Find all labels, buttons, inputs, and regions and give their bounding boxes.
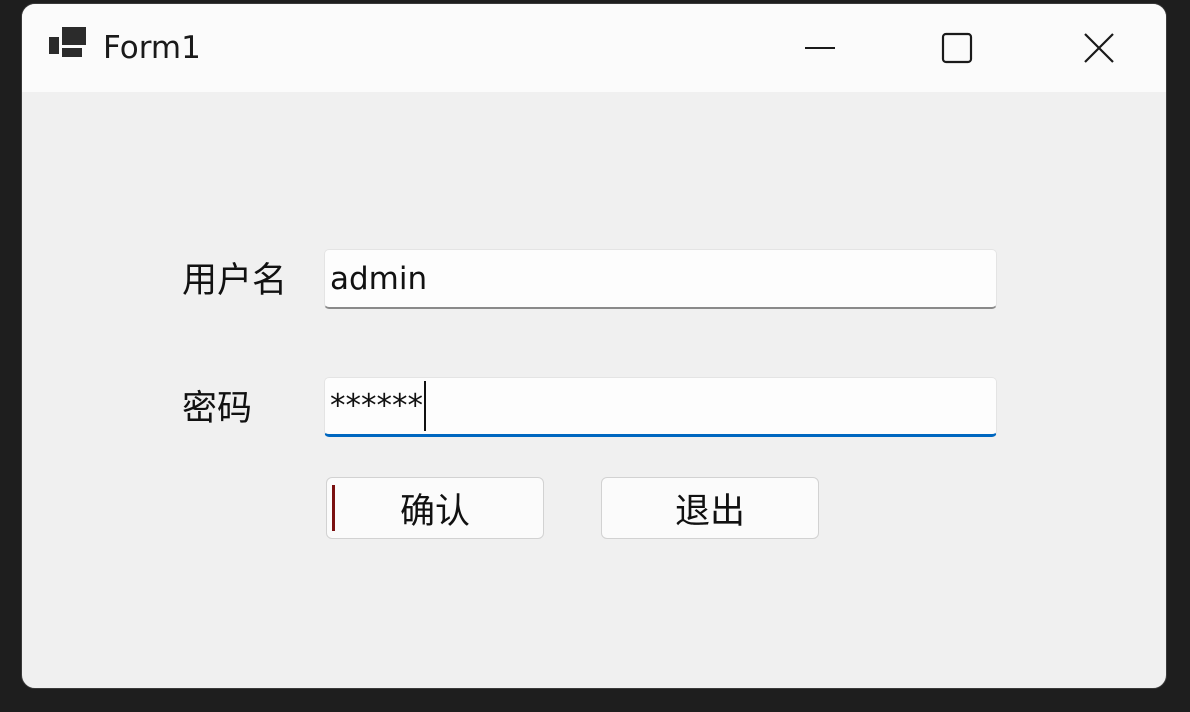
confirm-button-label: 确认 bbox=[399, 491, 470, 532]
app-window-icon bbox=[49, 27, 86, 57]
window-title: Form1 bbox=[103, 30, 201, 66]
username-value: admin bbox=[330, 260, 428, 297]
password-input[interactable]: ****** bbox=[324, 377, 997, 437]
minimize-button[interactable] bbox=[760, 4, 880, 92]
password-label: 密码 bbox=[182, 389, 253, 429]
close-button[interactable] bbox=[1039, 4, 1159, 92]
username-label: 用户名 bbox=[182, 261, 288, 301]
form1-window: Form1 用户名 admin 密码 ****** 确认 退出 bbox=[21, 3, 1167, 689]
username-input[interactable]: admin bbox=[324, 249, 997, 309]
password-value: ****** bbox=[330, 388, 423, 424]
close-icon bbox=[1084, 33, 1114, 63]
confirm-button[interactable]: 确认 bbox=[326, 477, 544, 539]
exit-button-label: 退出 bbox=[674, 491, 745, 532]
title-bar[interactable]: Form1 bbox=[22, 4, 1166, 92]
maximize-button[interactable] bbox=[897, 4, 1017, 92]
minimize-icon bbox=[805, 47, 835, 49]
maximize-icon bbox=[941, 32, 973, 64]
exit-button[interactable]: 退出 bbox=[601, 477, 819, 539]
focus-indicator bbox=[332, 485, 335, 531]
text-caret bbox=[424, 381, 426, 431]
